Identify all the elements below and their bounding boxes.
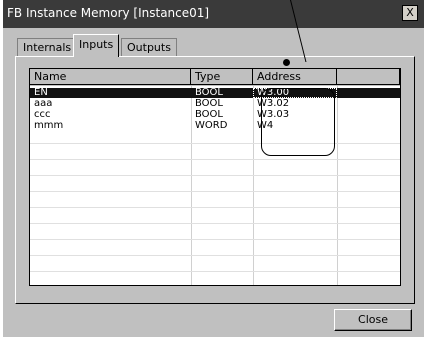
row-divider <box>30 271 400 272</box>
callout-leader-dot <box>283 59 290 66</box>
close-button[interactable]: Close <box>334 309 412 331</box>
row-divider <box>30 223 400 224</box>
row-divider <box>30 239 400 240</box>
row-divider <box>30 159 400 160</box>
row-divider <box>30 143 400 144</box>
cell-name: ccc <box>34 109 51 120</box>
memory-table[interactable]: Name Type Address EN BOOL W3.00 aaa BOOL… <box>29 68 401 286</box>
fb-instance-memory-dialog: FB Instance Memory [Instance01] X Intern… <box>3 0 424 337</box>
table-row[interactable]: ccc BOOL W3.03 <box>30 110 400 120</box>
window-close-icon[interactable]: X <box>402 5 418 21</box>
title-bar: FB Instance Memory [Instance01] X <box>3 0 424 28</box>
cell-name: EN <box>34 87 48 98</box>
cell-name: aaa <box>34 98 53 109</box>
cell-type: BOOL <box>195 109 223 120</box>
column-header-address[interactable]: Address <box>253 69 337 85</box>
row-divider <box>30 191 400 192</box>
cell-name: mmm <box>34 120 64 131</box>
tab-internals[interactable]: Internals <box>17 38 78 57</box>
cell-type: BOOL <box>195 98 223 109</box>
address-callout-outline <box>261 88 335 156</box>
table-header: Name Type Address <box>30 69 400 86</box>
window-title: FB Instance Memory [Instance01] <box>7 6 210 20</box>
column-header-empty[interactable] <box>337 69 400 85</box>
row-divider <box>30 255 400 256</box>
tab-inputs[interactable]: Inputs <box>73 34 120 57</box>
cell-type: WORD <box>195 120 228 131</box>
table-row[interactable]: mmm WORD W4 <box>30 121 400 131</box>
cell-type: BOOL <box>195 87 223 98</box>
row-divider <box>30 207 400 208</box>
tab-outputs[interactable]: Outputs <box>121 38 177 57</box>
table-row[interactable]: aaa BOOL W3.02 <box>30 99 400 109</box>
column-header-type[interactable]: Type <box>191 69 253 85</box>
row-divider <box>30 175 400 176</box>
table-row[interactable]: EN BOOL W3.00 <box>30 88 400 98</box>
column-header-name[interactable]: Name <box>30 69 191 85</box>
